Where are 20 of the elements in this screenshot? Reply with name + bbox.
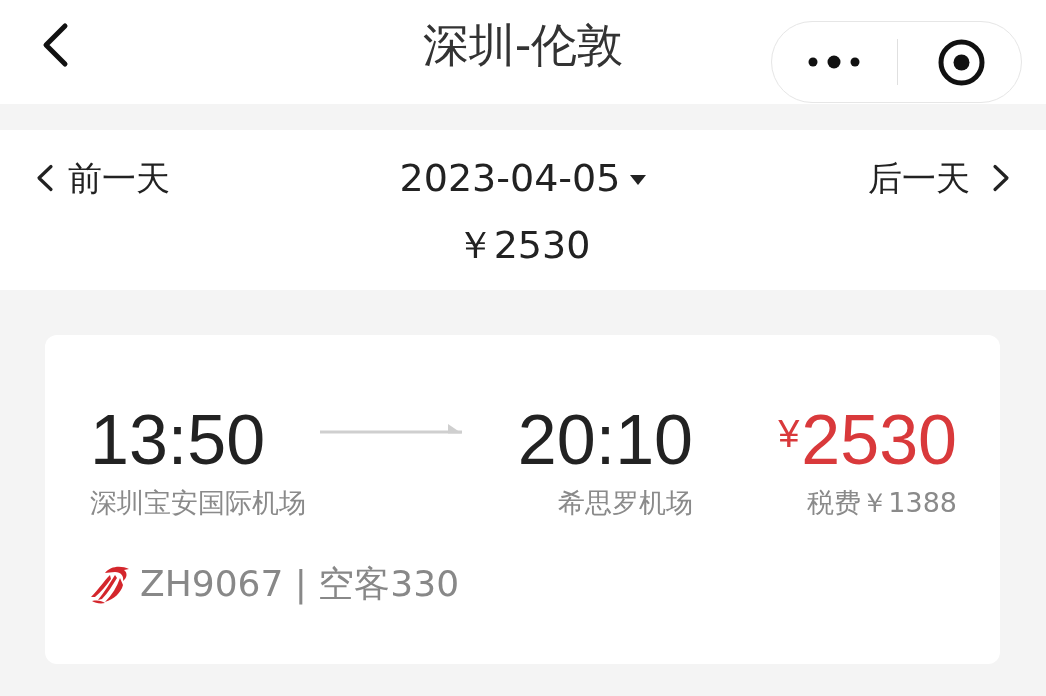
page-title: 深圳-伦敦 — [422, 17, 624, 73]
caret-icon — [630, 175, 647, 185]
chevron-left-icon — [36, 164, 54, 192]
departure-airport: 深圳宝安国际机场 — [90, 486, 306, 520]
flight-price: $^{¥}$2530 — [778, 404, 957, 476]
date-picker[interactable]: 2023-04-05 — [399, 154, 647, 202]
chevron-right-icon — [992, 164, 1010, 192]
previous-day-button[interactable]: 前一天 — [36, 156, 170, 200]
flight-card[interactable]: 13:50 深圳宝安国际机场 20:10 希思罗机场 $^{¥}$2530 税费￥1388 ZH9067 | 空客330 — [45, 335, 1000, 664]
arrow-icon — [320, 424, 462, 434]
flight-info: ZH9067 | 空客330 — [140, 562, 460, 606]
bird-logo-icon — [90, 564, 130, 604]
lowest-price: ￥2530 — [455, 222, 591, 269]
more-icon[interactable] — [808, 55, 860, 69]
tax-fee: 税费￥1388 — [807, 486, 957, 520]
next-day-button[interactable]: 后一天 — [868, 156, 1010, 200]
ring-dot-icon[interactable] — [938, 38, 985, 86]
arrival-time: 20:10 — [517, 404, 693, 476]
departure-time: 13:50 — [90, 404, 266, 476]
arrival-airport: 希思罗机场 — [558, 486, 693, 520]
